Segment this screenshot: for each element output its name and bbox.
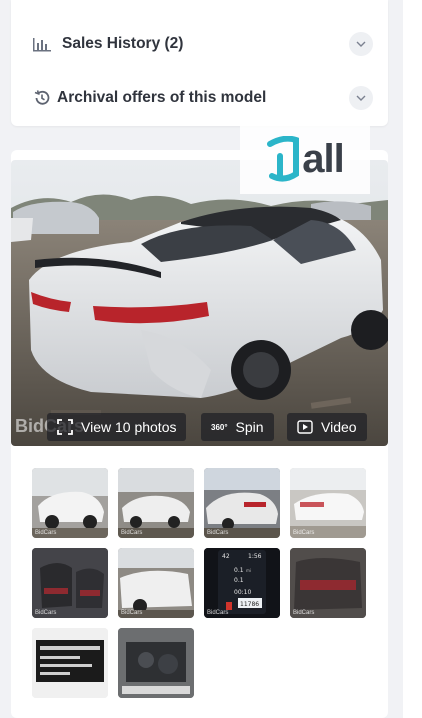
thumbnail-watermark: BidCars	[35, 610, 57, 616]
dash-clock: 00:10	[234, 589, 251, 596]
sales-history-label: Sales History (2)	[62, 35, 184, 52]
photo-gallery-card: BidCars View 10 photos 360° Spin Video	[11, 150, 388, 718]
thumbnail-watermark: BidCars	[293, 610, 315, 616]
spin-360-icon: 360°	[211, 422, 228, 432]
dash-range-unit: mi	[246, 568, 251, 573]
thumbnail-watermark: BidCars	[35, 530, 57, 536]
video-label: Video	[321, 419, 357, 435]
dash-range: 0.1	[234, 567, 244, 574]
thumbnail-watermark: BidCars	[121, 610, 143, 616]
chevron-down-icon[interactable]	[349, 86, 373, 110]
history-card: Sales History (2) Archival offers of thi…	[11, 0, 388, 126]
chevron-down-icon[interactable]	[349, 32, 373, 56]
thumbnail[interactable]	[118, 628, 194, 698]
bar-chart-icon	[32, 34, 52, 54]
thumbnail-watermark: BidCars	[207, 610, 229, 616]
logo-mark-icon	[267, 136, 300, 182]
thumbnail[interactable]: BidCars	[32, 468, 108, 538]
expand-icon	[57, 419, 73, 435]
thumbnail-watermark: BidCars	[293, 530, 315, 536]
view-photos-label: View 10 photos	[81, 419, 177, 435]
main-vehicle-photo[interactable]: BidCars View 10 photos 360° Spin Video	[11, 160, 388, 446]
thumbnail[interactable]: BidCars	[118, 468, 194, 538]
spin-label: Spin	[235, 419, 264, 435]
thumbnail-watermark: BidCars	[121, 530, 143, 536]
thumbnail[interactable]: BidCars	[118, 548, 194, 618]
thumbnail[interactable]: BidCars	[32, 548, 108, 618]
dash-time: 1:56	[248, 553, 262, 560]
thumbnail-dashboard[interactable]: 42 1:56 0.1 mi 0.1 00:10 11786 BidCars	[204, 548, 280, 618]
archival-offers-label: Archival offers of this model	[57, 89, 267, 106]
right-gutter	[403, 0, 422, 718]
spin-button[interactable]: 360° Spin	[201, 413, 274, 441]
thumbnail-watermark: BidCars	[207, 530, 229, 536]
play-icon	[297, 420, 313, 434]
video-button[interactable]: Video	[287, 413, 367, 441]
sales-history-row[interactable]: Sales History (2)	[11, 24, 388, 64]
dash-odometer: 11786	[240, 601, 259, 608]
dash-speed: 42	[222, 553, 230, 560]
thumbnail[interactable]: BidCars	[204, 468, 280, 538]
thumbnail[interactable]	[32, 628, 108, 698]
view-photos-button[interactable]: View 10 photos	[47, 413, 187, 441]
archival-offers-row[interactable]: Archival offers of this model	[11, 78, 388, 118]
history-icon	[32, 88, 52, 108]
dash-gal: 0.1	[234, 577, 244, 584]
logo-text: all	[302, 136, 344, 181]
site-logo: all	[240, 124, 370, 194]
thumbnail[interactable]: BidCars	[290, 468, 366, 538]
thumbnail[interactable]: BidCars	[290, 548, 366, 618]
